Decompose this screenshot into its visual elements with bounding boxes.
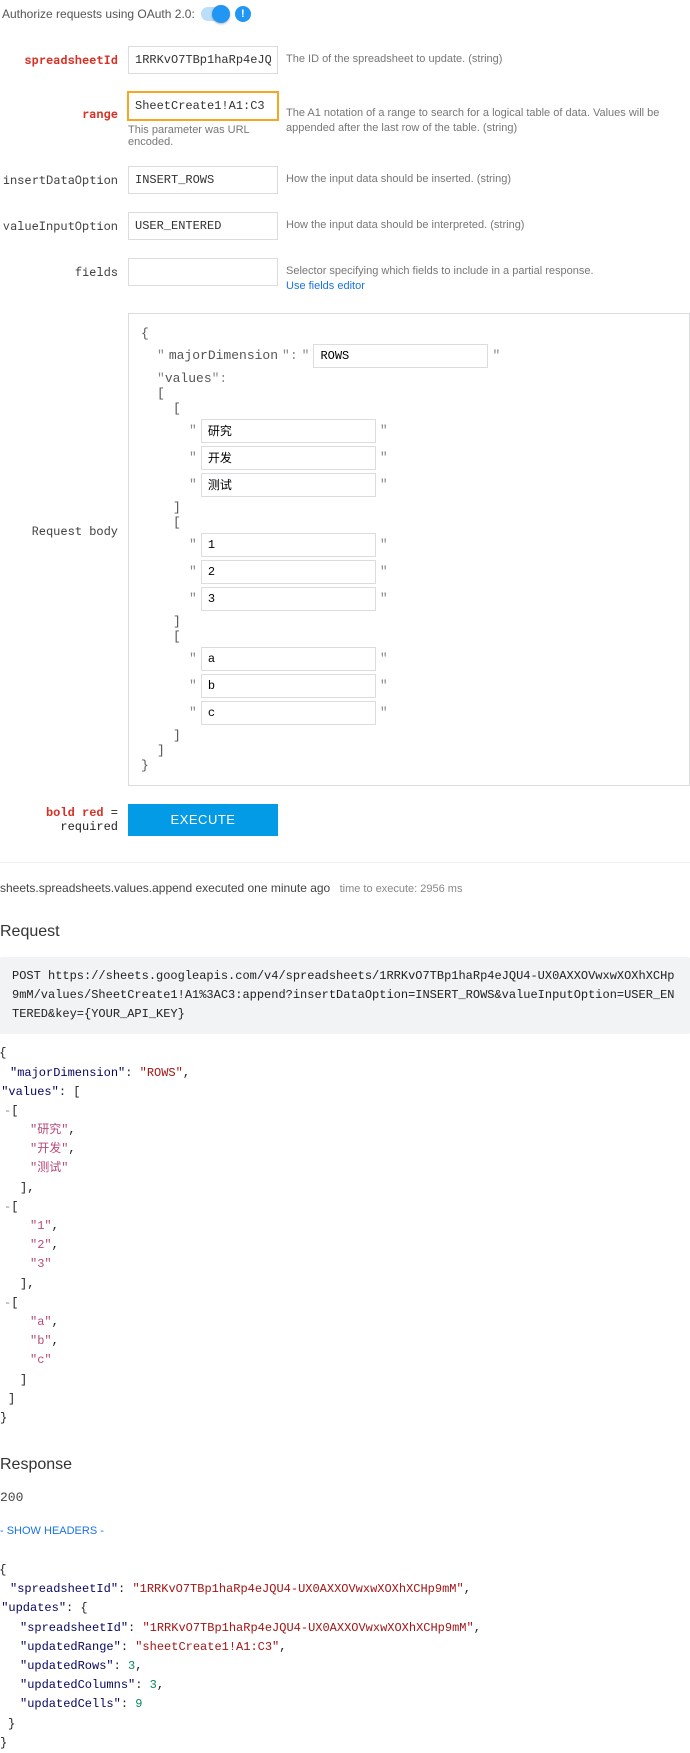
- body-cell-input[interactable]: [201, 560, 376, 584]
- body-cell-input[interactable]: [201, 647, 376, 671]
- request-json: -{"majorDimension": "ROWS",-"values": [-…: [0, 1044, 690, 1428]
- note-range-encoded: This parameter was URL encoded.: [128, 124, 278, 148]
- body-cell-input[interactable]: [201, 446, 376, 470]
- response-json: -{"spreadsheetId": "1RRKvO7TBp1haRp4eJQU…: [0, 1561, 690, 1753]
- body-cell-input[interactable]: [201, 674, 376, 698]
- oauth-toggle[interactable]: [201, 7, 229, 21]
- input-majordimension[interactable]: [313, 344, 488, 368]
- hint-fields: Selector specifying which fields to incl…: [278, 258, 690, 295]
- input-fields[interactable]: [128, 258, 278, 286]
- show-headers-button[interactable]: - SHOW HEADERS -: [0, 1525, 104, 1537]
- label-range: range: [0, 92, 128, 122]
- hint-insertdataoption: How the input data should be inserted. (…: [278, 166, 690, 187]
- body-cell-input[interactable]: [201, 419, 376, 443]
- link-fields-editor[interactable]: Use fields editor: [286, 280, 365, 292]
- request-title: Request: [0, 923, 690, 941]
- body-cell-input[interactable]: [201, 533, 376, 557]
- required-note: bold red = required: [0, 806, 128, 834]
- request-body-editor[interactable]: { "majorDimension":" " "values": [ [""""…: [128, 313, 690, 786]
- execution-status: sheets.spreadsheets.values.append execut…: [0, 881, 690, 895]
- label-insertdataoption: insertDataOption: [0, 166, 128, 188]
- body-cell-input[interactable]: [201, 587, 376, 611]
- execute-button[interactable]: EXECUTE: [128, 804, 278, 836]
- label-fields: fields: [0, 258, 128, 280]
- input-spreadsheetid[interactable]: [128, 46, 278, 74]
- oauth-label: Authorize requests using OAuth 2.0:: [2, 7, 195, 21]
- input-valueinputoption[interactable]: [128, 212, 278, 240]
- label-request-body: Request body: [0, 313, 128, 743]
- input-insertdataoption[interactable]: [128, 166, 278, 194]
- hint-valueinputoption: How the input data should be interpreted…: [278, 212, 690, 233]
- response-title: Response: [0, 1456, 690, 1474]
- label-valueinputoption: valueInputOption: [0, 212, 128, 234]
- hint-spreadsheetid: The ID of the spreadsheet to update. (st…: [278, 46, 690, 67]
- body-cell-input[interactable]: [201, 701, 376, 725]
- request-url-block: POST https://sheets.googleapis.com/v4/sp…: [0, 957, 690, 1035]
- hint-range: The A1 notation of a range to search for…: [278, 92, 690, 137]
- input-range[interactable]: [128, 92, 278, 120]
- info-icon[interactable]: !: [235, 6, 251, 22]
- response-status: 200: [0, 1490, 690, 1505]
- label-spreadsheetid: spreadsheetId: [0, 46, 128, 68]
- body-cell-input[interactable]: [201, 473, 376, 497]
